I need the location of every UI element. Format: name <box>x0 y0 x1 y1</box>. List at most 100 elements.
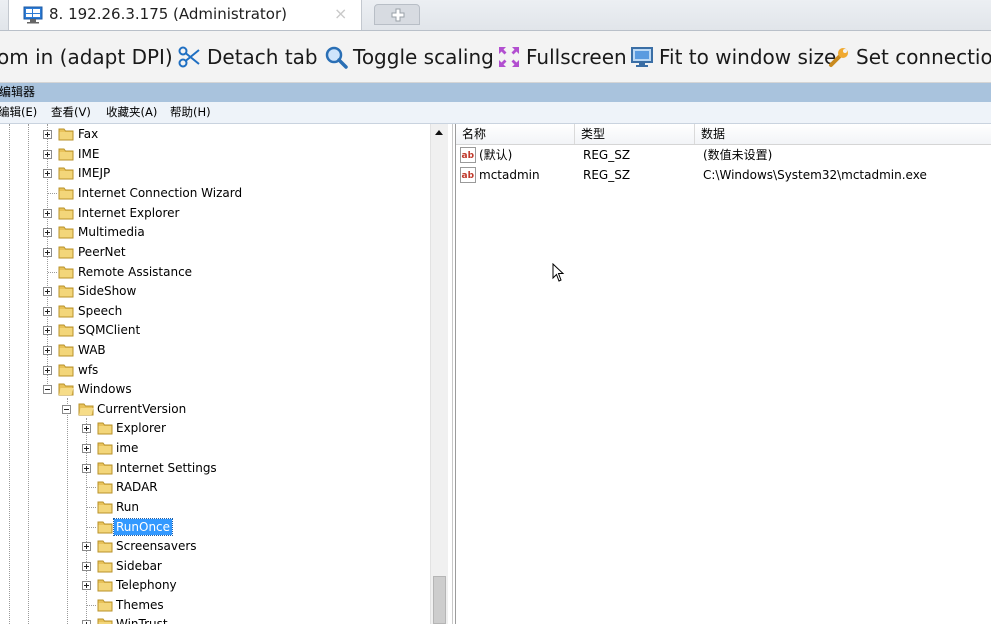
tree-node-sidebar[interactable]: Sidebar <box>0 557 430 576</box>
close-icon[interactable]: × <box>334 4 347 23</box>
folder-icon <box>97 558 113 577</box>
window-title: 编辑器 <box>0 85 36 99</box>
list-header: 名称 类型 数据 <box>456 124 991 145</box>
folder-icon <box>58 185 74 204</box>
tree-node-label: IME <box>78 147 100 161</box>
folder-icon <box>58 303 74 322</box>
collapse-icon[interactable] <box>43 385 52 394</box>
table-row[interactable]: ab mctadmin REG_SZ C:\Windows\System32\m… <box>456 165 991 185</box>
tree-node-wintrust[interactable]: WinTrust <box>0 615 430 624</box>
expand-icon[interactable] <box>82 620 91 624</box>
expand-icon[interactable] <box>43 287 52 296</box>
table-row[interactable]: ab (默认) REG_SZ (数值未设置) <box>456 145 991 165</box>
tree-node-wfs[interactable]: wfs <box>0 361 430 380</box>
tree-node-label: ime <box>116 441 139 455</box>
tree-node-label: Sidebar <box>116 559 162 573</box>
expand-icon[interactable] <box>82 464 91 473</box>
scissors-icon <box>177 45 201 74</box>
expand-icon[interactable] <box>43 366 52 375</box>
tree-node-sideshow[interactable]: SideShow <box>0 282 430 301</box>
tree-node-run[interactable]: Run <box>0 498 430 517</box>
folder-icon <box>97 577 113 596</box>
expand-icon[interactable] <box>43 228 52 237</box>
tree-node-internet-settings[interactable]: Internet Settings <box>0 459 430 478</box>
folder-icon <box>97 597 113 616</box>
expand-icon[interactable] <box>43 169 52 178</box>
svg-text:ab: ab <box>462 171 475 181</box>
tree-node-fax[interactable]: Fax <box>0 125 430 144</box>
tree-node-radar[interactable]: RADAR <box>0 478 430 497</box>
expand-icon[interactable] <box>82 562 91 571</box>
folder-icon <box>58 205 74 224</box>
tree-node-imejp[interactable]: IMEJP <box>0 164 430 183</box>
expand-icon[interactable] <box>43 248 52 257</box>
tree-node-label: Multimedia <box>78 225 145 239</box>
scroll-up-arrow-icon[interactable] <box>431 124 448 141</box>
tree-node-multimedia[interactable]: Multimedia <box>0 223 430 242</box>
folder-icon <box>58 146 74 165</box>
expand-icon[interactable] <box>43 209 52 218</box>
tree-node-label: CurrentVersion <box>97 402 187 416</box>
fullscreen-icon <box>497 45 521 74</box>
tree-node-internet-explorer[interactable]: Internet Explorer <box>0 204 430 223</box>
tree-node-speech[interactable]: Speech <box>0 302 430 321</box>
folder-icon <box>58 165 74 184</box>
expand-icon[interactable] <box>43 130 52 139</box>
folder-icon <box>97 519 113 538</box>
tree-node-remote-assistance[interactable]: Remote Assistance <box>0 263 430 282</box>
tree-guide <box>48 193 57 194</box>
tree-node-label: wfs <box>78 363 99 377</box>
tree-node-screensavers[interactable]: Screensavers <box>0 537 430 556</box>
tree-guide <box>87 487 96 488</box>
remote-desktop-icon <box>23 6 43 28</box>
tree-node-windows[interactable]: Windows <box>0 380 430 399</box>
tree-node-themes[interactable]: Themes <box>0 596 430 615</box>
monitor-icon <box>630 45 654 74</box>
tree-node-label: Windows <box>78 382 132 396</box>
menu-help[interactable]: 帮助(H) <box>170 102 211 123</box>
folder-icon <box>58 264 74 283</box>
expand-icon[interactable] <box>82 542 91 551</box>
tree-node-peernet[interactable]: PeerNet <box>0 243 430 262</box>
folder-icon <box>58 224 74 243</box>
tree-node-ime-sub[interactable]: ime <box>0 439 430 458</box>
svg-text:ab: ab <box>462 151 475 161</box>
expand-icon[interactable] <box>82 581 91 590</box>
mouse-pointer-icon <box>552 262 566 287</box>
column-header-type[interactable]: 类型 <box>575 124 695 144</box>
menu-favorites[interactable]: 收藏夹(A) <box>106 102 157 123</box>
tree-node-label: Fax <box>78 127 99 141</box>
scrollbar-thumb[interactable] <box>433 576 446 624</box>
tree-node-ime[interactable]: IME <box>0 145 430 164</box>
collapse-icon[interactable] <box>62 405 71 414</box>
tree-node-currentversion[interactable]: CurrentVersion <box>0 400 430 419</box>
column-header-name[interactable]: 名称 <box>456 124 575 144</box>
tree-guide <box>87 605 96 606</box>
tree-node-telephony[interactable]: Telephony <box>0 576 430 595</box>
tree-node-explorer[interactable]: Explorer <box>0 419 430 438</box>
folder-open-icon <box>58 381 74 400</box>
expand-icon[interactable] <box>43 307 52 316</box>
registry-tree: Fax IME IMEJP Internet Connection Wizard… <box>0 124 453 624</box>
folder-icon <box>97 538 113 557</box>
menu-view[interactable]: 查看(V) <box>51 102 91 123</box>
expand-icon[interactable] <box>43 326 52 335</box>
expand-icon[interactable] <box>43 150 52 159</box>
tree-node-runonce[interactable]: RunOnce <box>0 518 430 537</box>
folder-icon <box>97 616 113 624</box>
expand-icon[interactable] <box>43 346 52 355</box>
value-type: REG_SZ <box>583 168 631 182</box>
folder-icon <box>97 440 113 459</box>
string-value-icon: ab <box>460 167 476 189</box>
menu-edit[interactable]: 编辑(E) <box>0 102 37 123</box>
new-tab-button[interactable] <box>374 4 420 25</box>
expand-icon[interactable] <box>82 444 91 453</box>
tab-active[interactable]: 8. 192.26.3.175 (Administrator) × <box>8 0 362 30</box>
wrench-icon <box>827 45 851 74</box>
tree-node-internet-connection-wizard[interactable]: Internet Connection Wizard <box>0 184 430 203</box>
tree-scrollbar[interactable] <box>430 124 448 624</box>
expand-icon[interactable] <box>82 424 91 433</box>
tree-node-sqmclient[interactable]: SQMClient <box>0 321 430 340</box>
column-header-data[interactable]: 数据 <box>695 124 991 144</box>
tree-node-wab[interactable]: WAB <box>0 341 430 360</box>
